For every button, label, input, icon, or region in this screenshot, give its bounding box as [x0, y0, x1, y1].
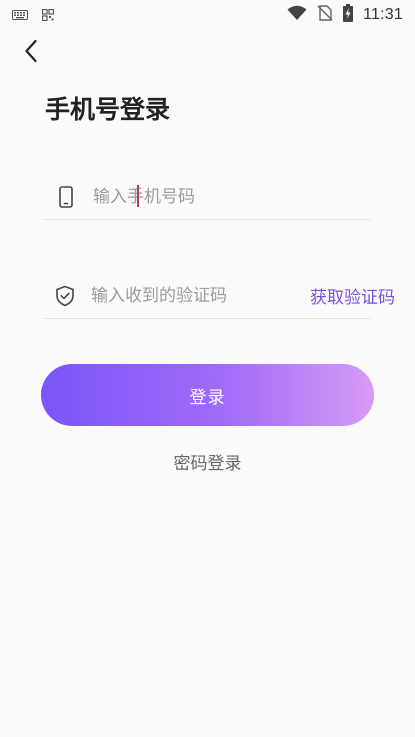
no-sim-icon	[317, 5, 333, 25]
password-login-link[interactable]: 密码登录	[0, 449, 415, 474]
status-right: 11:31	[287, 4, 403, 26]
keyboard-icon	[12, 6, 28, 25]
login-screen: 11:31 手机号登录 获取验证码	[0, 0, 415, 737]
page-title: 手机号登录	[45, 95, 171, 124]
verification-code-input[interactable]	[91, 280, 310, 311]
get-code-button[interactable]: 获取验证码	[310, 283, 395, 308]
phone-icon	[55, 185, 77, 208]
battery-charging-icon	[343, 4, 354, 26]
status-bar: 11:31	[0, 0, 415, 30]
shield-check-icon	[55, 285, 75, 307]
qr-grid-icon	[41, 6, 55, 25]
chevron-left-icon	[24, 39, 38, 67]
phone-input[interactable]	[93, 181, 371, 212]
wifi-icon	[287, 5, 307, 25]
text-cursor	[137, 185, 139, 207]
verification-code-field: 获取验证码	[44, 273, 395, 319]
status-left	[12, 6, 55, 25]
login-button[interactable]: 登录	[41, 364, 374, 426]
back-button[interactable]	[18, 38, 44, 68]
phone-field	[44, 174, 371, 220]
status-time: 11:31	[363, 6, 403, 23]
